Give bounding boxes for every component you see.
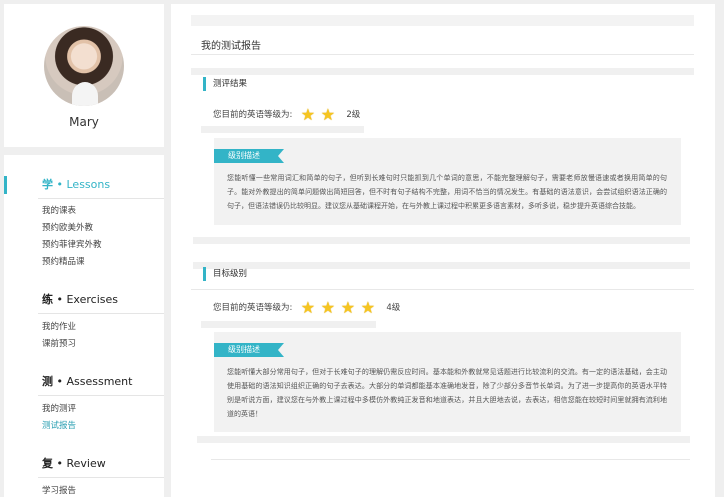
title-divider: [191, 54, 694, 55]
section-bar: [191, 68, 694, 75]
result-level-label: 您目前的英语等级为:: [213, 110, 293, 120]
nav-section-assessment[interactable]: 测 • Assessment: [4, 373, 164, 391]
star-icon: ★: [320, 104, 336, 124]
section-bar: [193, 237, 690, 244]
target-level-text: 4级: [386, 303, 401, 313]
divider-bar: [201, 321, 376, 328]
result-description: 您能听懂一些常用词汇和简单的句子，但听到长难句时只能抓到几个单词的意思，不能完整…: [227, 174, 667, 210]
star-icon: ★: [300, 297, 316, 317]
target-stars: ★ ★ ★ ★: [299, 299, 379, 316]
username: Mary: [69, 115, 99, 129]
target-level-line: 您目前的英语等级为: ★ ★ ★ ★ 4级: [213, 298, 400, 316]
section-heading-result: 测评结果: [203, 77, 247, 91]
section-heading-target: 目标级别: [203, 267, 247, 281]
result-description-box: 级别描述 您能听懂一些常用词汇和简单的句子，但听到长难句时只能抓到几个单词的意思…: [214, 138, 681, 225]
nav-section-exercises[interactable]: 练 • Exercises: [4, 291, 164, 309]
section-bar: [193, 262, 690, 269]
target-description-box: 级别描述 您能听懂大部分常用句子，但对于长难句子的理解仍需反应时间。基本能和外教…: [214, 332, 681, 432]
section-divider: [191, 289, 694, 290]
star-icon: ★: [360, 297, 376, 317]
report-panel: 我的测试报告 测评结果 您目前的英语等级为: ★ ★ 2级 级别描述 您能听懂一些…: [171, 4, 715, 497]
divider-bar: [201, 126, 364, 133]
target-level-label: 您目前的英语等级为:: [213, 303, 293, 313]
nav-divider: [38, 198, 164, 199]
result-level-text: 2级: [346, 110, 361, 120]
nav-item-book-western-teacher[interactable]: 预约欧美外教: [42, 222, 93, 234]
nav-item-my-assessment[interactable]: 我的测评: [42, 403, 76, 415]
target-description: 您能听懂大部分常用句子，但对于长难句子的理解仍需反应时间。基本能和外教就常见话题…: [227, 368, 667, 418]
section-bar: [197, 436, 690, 443]
nav-item-preview[interactable]: 课前预习: [42, 338, 76, 350]
target-ribbon: 级别描述: [214, 343, 284, 357]
top-strip: [191, 15, 694, 26]
page-title: 我的测试报告: [201, 41, 261, 52]
sidebar-nav: 学 • Lessons 我的课表 预约欧美外教 预约菲律宾外教 预约精品课 练 …: [4, 155, 164, 497]
bottom-divider: [211, 459, 690, 460]
nav-divider: [38, 313, 164, 314]
nav-item-book-filipino-teacher[interactable]: 预约菲律宾外教: [42, 239, 102, 251]
result-level-line: 您目前的英语等级为: ★ ★ 2级: [213, 105, 360, 123]
profile-card: Mary: [4, 4, 164, 147]
nav-divider: [38, 477, 164, 478]
avatar[interactable]: [44, 26, 124, 106]
star-icon: ★: [340, 297, 356, 317]
nav-item-study-report[interactable]: 学习报告: [42, 485, 76, 497]
nav-section-lessons[interactable]: 学 • Lessons: [4, 176, 164, 194]
nav-section-review[interactable]: 复 • Review: [4, 455, 164, 473]
result-stars: ★ ★: [299, 106, 339, 123]
nav-item-test-report[interactable]: 测试报告: [42, 420, 76, 432]
nav-divider: [38, 395, 164, 396]
star-icon: ★: [300, 104, 316, 124]
nav-item-my-homework[interactable]: 我的作业: [42, 321, 76, 333]
star-icon: ★: [320, 297, 336, 317]
result-ribbon: 级别描述: [214, 149, 284, 163]
nav-item-book-premium-class[interactable]: 预约精品课: [42, 256, 85, 268]
nav-item-my-schedule[interactable]: 我的课表: [42, 205, 76, 217]
